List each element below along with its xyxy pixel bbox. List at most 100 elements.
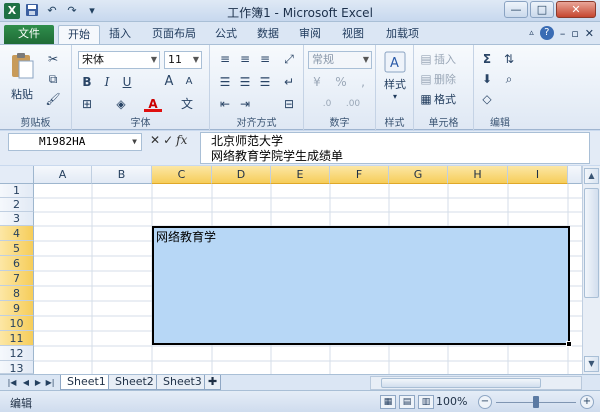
align-top-icon[interactable]: ≡ bbox=[216, 51, 234, 67]
worksheet-grid[interactable]: A B C D E F G H I 1 2 3 4 5 6 7 8 9 10 1… bbox=[0, 166, 582, 374]
font-size-select[interactable]: 11 ▼ bbox=[164, 51, 202, 69]
borders-icon[interactable]: ⊞ bbox=[78, 96, 96, 112]
clear-icon[interactable]: ◇ bbox=[478, 91, 496, 107]
column-header-b[interactable]: B bbox=[92, 166, 152, 184]
close-button[interactable]: ✕ bbox=[556, 1, 596, 18]
comma-button[interactable]: , bbox=[354, 74, 372, 90]
currency-button[interactable]: ¥ bbox=[308, 74, 326, 90]
select-all-corner[interactable] bbox=[0, 166, 34, 184]
align-middle-icon[interactable]: ≡ bbox=[236, 51, 254, 67]
column-header-c[interactable]: C bbox=[152, 166, 212, 184]
vertical-scrollbar[interactable]: ▲ ▼ bbox=[582, 166, 600, 374]
doc-minimize-icon[interactable]: – bbox=[560, 27, 566, 40]
delete-cells-button[interactable]: ▤ 删除 bbox=[418, 71, 456, 87]
font-name-select[interactable]: 宋体 ▼ bbox=[78, 51, 160, 69]
last-sheet-icon[interactable]: ▶| bbox=[44, 376, 56, 389]
fill-icon[interactable]: ⬇ bbox=[478, 71, 496, 87]
tab-view[interactable]: 视图 bbox=[333, 25, 373, 44]
confirm-entry-icon[interactable]: ✓ bbox=[163, 133, 173, 147]
merge-center-icon[interactable]: ⊟ bbox=[280, 96, 298, 112]
row-header-7[interactable]: 7 bbox=[0, 271, 34, 286]
row-header-8[interactable]: 8 bbox=[0, 286, 34, 301]
increase-decimal-button[interactable]: .0 bbox=[318, 96, 336, 112]
scroll-down-arrow[interactable]: ▼ bbox=[584, 356, 599, 372]
maximize-button[interactable]: □ bbox=[530, 1, 554, 18]
horizontal-scrollbar[interactable] bbox=[370, 376, 582, 390]
column-header-partial[interactable] bbox=[568, 166, 582, 184]
column-header-i[interactable]: I bbox=[508, 166, 568, 184]
column-header-e[interactable]: E bbox=[271, 166, 330, 184]
bold-button[interactable]: B bbox=[78, 74, 96, 90]
zoom-level[interactable]: 100% bbox=[436, 395, 467, 408]
decrease-decimal-button[interactable]: .00 bbox=[344, 96, 362, 112]
percent-button[interactable]: % bbox=[332, 74, 350, 90]
help-icon[interactable]: ? bbox=[539, 26, 554, 40]
row-header-4[interactable]: 4 bbox=[0, 226, 34, 241]
grow-font-button[interactable]: A bbox=[160, 74, 178, 90]
tab-home[interactable]: 开始 bbox=[58, 25, 100, 44]
name-box[interactable]: M1982HA ▼ bbox=[8, 133, 142, 151]
insert-function-button[interactable]: fx bbox=[176, 133, 187, 147]
phonetic-icon[interactable]: 文 bbox=[178, 96, 196, 112]
copy-icon[interactable]: ⧉ bbox=[44, 71, 62, 87]
format-painter-icon[interactable]: 🖌 bbox=[44, 91, 62, 107]
tab-page-layout[interactable]: 页面布局 bbox=[143, 25, 205, 44]
wrap-text-icon[interactable]: ↵ bbox=[280, 74, 298, 90]
tab-file[interactable]: 文件 bbox=[4, 25, 54, 44]
orientation-icon[interactable]: ⤢ bbox=[280, 51, 298, 67]
next-sheet-icon[interactable]: ▶ bbox=[32, 376, 44, 389]
row-header-5[interactable]: 5 bbox=[0, 241, 34, 256]
formula-input[interactable]: 北京师范大学 网络教育学院学生成绩单 bbox=[200, 132, 590, 164]
row-header-11[interactable]: 11 bbox=[0, 331, 34, 346]
italic-button[interactable]: I bbox=[98, 74, 116, 90]
styles-button[interactable]: A 样式 ▾ bbox=[382, 51, 408, 101]
first-sheet-icon[interactable]: |◀ bbox=[6, 376, 18, 389]
decrease-indent-icon[interactable]: ⇤ bbox=[216, 96, 234, 112]
sheet-tab-3[interactable]: Sheet3 bbox=[156, 375, 209, 390]
row-header-6[interactable]: 6 bbox=[0, 256, 34, 271]
find-select-icon[interactable]: ⌕ bbox=[500, 71, 518, 87]
column-header-f[interactable]: F bbox=[330, 166, 389, 184]
fill-handle[interactable] bbox=[566, 341, 572, 347]
tab-insert[interactable]: 插入 bbox=[100, 25, 140, 44]
column-header-d[interactable]: D bbox=[212, 166, 271, 184]
sheet-tab-1[interactable]: Sheet1 bbox=[60, 375, 113, 390]
shrink-font-button[interactable]: A bbox=[180, 74, 198, 90]
autosum-button[interactable]: Σ bbox=[478, 51, 496, 67]
paste-button[interactable]: 粘贴 bbox=[6, 51, 38, 102]
fill-color-icon[interactable]: ◈ bbox=[112, 96, 130, 112]
scroll-up-arrow[interactable]: ▲ bbox=[584, 168, 599, 184]
horizontal-scroll-thumb[interactable] bbox=[381, 378, 541, 388]
page-layout-view-icon[interactable]: ▤ bbox=[399, 395, 415, 409]
align-right-icon[interactable]: ☰ bbox=[256, 74, 274, 90]
prev-sheet-icon[interactable]: ◀ bbox=[20, 376, 32, 389]
tab-data[interactable]: 数据 bbox=[248, 25, 288, 44]
column-header-g[interactable]: G bbox=[389, 166, 448, 184]
align-left-icon[interactable]: ☰ bbox=[216, 74, 234, 90]
insert-sheet-icon[interactable]: ✚ bbox=[204, 375, 222, 390]
increase-indent-icon[interactable]: ⇥ bbox=[236, 96, 254, 112]
insert-cells-button[interactable]: ▤ 插入 bbox=[418, 51, 456, 67]
underline-button[interactable]: U bbox=[118, 74, 136, 90]
tab-addins[interactable]: 加载项 bbox=[377, 25, 428, 44]
row-header-9[interactable]: 9 bbox=[0, 301, 34, 316]
page-break-view-icon[interactable]: ▥ bbox=[418, 395, 434, 409]
row-header-1[interactable]: 1 bbox=[0, 184, 34, 198]
column-header-h[interactable]: H bbox=[448, 166, 508, 184]
cut-icon[interactable]: ✂ bbox=[44, 51, 62, 67]
align-center-icon[interactable]: ☰ bbox=[236, 74, 254, 90]
doc-restore-icon[interactable]: ▫ bbox=[571, 27, 578, 40]
minimize-button[interactable]: — bbox=[504, 1, 528, 18]
row-header-12[interactable]: 12 bbox=[0, 346, 34, 361]
row-header-13[interactable]: 13 bbox=[0, 361, 34, 374]
align-bottom-icon[interactable]: ≡ bbox=[256, 51, 274, 67]
format-cells-button[interactable]: ▦ 格式 bbox=[418, 91, 456, 107]
number-format-select[interactable]: 常规 ▼ bbox=[308, 51, 372, 69]
font-color-icon[interactable]: A bbox=[144, 96, 162, 112]
tab-formulas[interactable]: 公式 bbox=[206, 25, 246, 44]
zoom-in-button[interactable]: + bbox=[580, 395, 594, 409]
zoom-out-button[interactable]: − bbox=[478, 395, 492, 409]
row-header-10[interactable]: 10 bbox=[0, 316, 34, 331]
cancel-entry-icon[interactable]: ✕ bbox=[150, 133, 160, 147]
doc-close-icon[interactable]: ✕ bbox=[585, 27, 594, 40]
